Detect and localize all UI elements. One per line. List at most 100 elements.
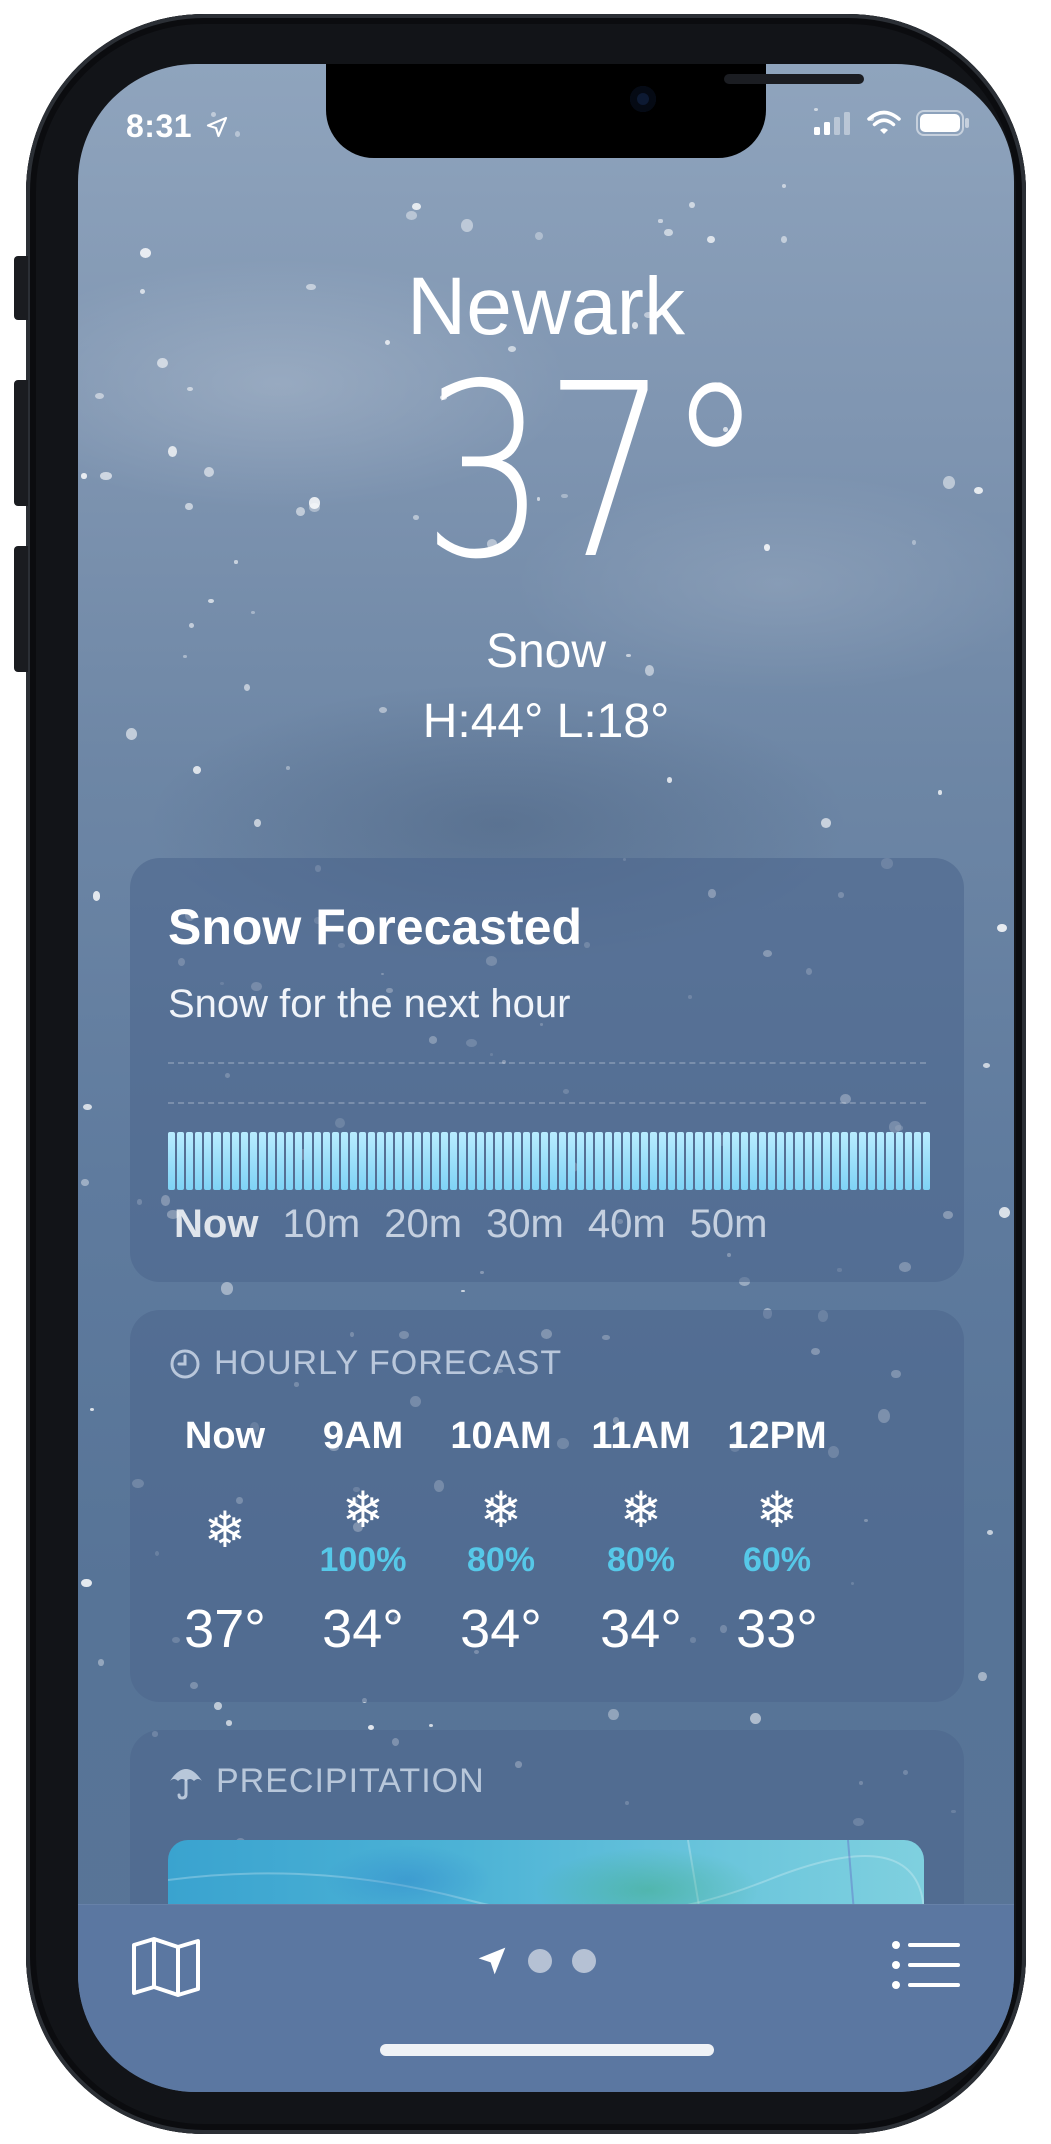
precipitation-tick <box>840 1132 849 1190</box>
snowflake-particle <box>998 1207 1010 1219</box>
precipitation-tick <box>268 1132 276 1190</box>
hourly-item[interactable]: 10AM ❄ 80% 34° <box>426 1406 576 1660</box>
snowflake-particle <box>667 777 673 783</box>
precipitation-tick <box>668 1132 676 1190</box>
precipitation-tick <box>922 1132 930 1190</box>
precipitation-tick <box>586 1132 594 1190</box>
front-camera <box>630 86 656 112</box>
precipitation-tick <box>795 1132 803 1190</box>
precipitation-chance: 60% <box>742 1541 812 1579</box>
snowflake-particle <box>608 1708 619 1720</box>
precipitation-tick <box>186 1132 194 1190</box>
snowflake-particle <box>214 1701 222 1710</box>
precipitation-tick <box>277 1132 285 1190</box>
list-icon <box>892 1941 960 1989</box>
precipitation-tick <box>549 1132 558 1190</box>
precipitation-tick <box>459 1132 467 1190</box>
hour-temperature: 34° <box>600 1599 682 1659</box>
precipitation-tick <box>468 1132 476 1190</box>
precipitation-tick <box>540 1132 548 1190</box>
precipitation-tick <box>477 1132 485 1190</box>
snowflake-particle <box>405 211 418 220</box>
precipitation-tick <box>640 1132 648 1190</box>
chart-gridline <box>168 1062 926 1064</box>
volume-down-button <box>14 546 28 672</box>
time-axis-label: 40m <box>587 1202 666 1246</box>
snowflake-particle <box>429 1724 434 1728</box>
snowflake-particle <box>986 1530 994 1536</box>
hourly-item[interactable]: 9AM ❄ 100% 34° <box>288 1406 438 1660</box>
hourly-forecast-scroller[interactable]: Now ❄ 37° 9AM ❄ 100% 34° 10AM ❄ 80% 34° 11AM ❄ 80% 34°… <box>130 1406 964 1696</box>
precipitation-tick <box>904 1132 912 1190</box>
snowflake-particle <box>982 1062 990 1068</box>
city-list-button[interactable] <box>890 1937 962 1998</box>
snowflake-particle <box>243 683 251 691</box>
snowflake-particle <box>140 248 152 259</box>
time-axis-label: 20m <box>384 1202 463 1246</box>
snowflake-particle <box>997 924 1007 933</box>
precipitation-tick <box>613 1132 621 1190</box>
snowflake-particle <box>782 184 787 188</box>
precipitation-tick <box>322 1132 330 1190</box>
page-dot[interactable] <box>528 1949 552 1973</box>
snowflake-particle <box>99 472 112 481</box>
hourly-item[interactable]: Now ❄ 37° <box>150 1406 300 1660</box>
status-icons <box>812 110 970 136</box>
precipitation-tick <box>195 1132 203 1190</box>
precipitation-tick <box>759 1132 767 1190</box>
snowflake-icon: ❄ <box>204 1502 246 1558</box>
notch <box>326 64 864 158</box>
speaker-grill <box>724 74 864 84</box>
snowflake-particle <box>251 611 256 614</box>
precipitation-tick <box>777 1132 785 1190</box>
precipitation-tick <box>695 1132 703 1190</box>
snowflake-particle <box>92 891 101 901</box>
precipitation-tick <box>386 1132 394 1190</box>
next-hour-precipitation-card[interactable]: Snow Forecasted Snow for the next hour N… <box>130 858 964 1282</box>
precipitation-label: PRECIPITATION <box>216 1762 485 1800</box>
chart-gridline <box>168 1102 926 1104</box>
precipitation-tick <box>431 1132 439 1190</box>
volume-up-button <box>14 380 28 506</box>
precipitation-tick <box>686 1132 694 1190</box>
cellular-signal-icon <box>814 112 850 135</box>
page-indicator[interactable] <box>476 1945 596 1977</box>
hourly-item[interactable]: 12PM ❄ 60% 33° <box>702 1406 852 1660</box>
precipitation-tick <box>622 1132 630 1190</box>
hourly-item[interactable]: 11AM ❄ 80% 34° <box>566 1406 716 1660</box>
snowflake-particle <box>94 392 104 400</box>
hour-label: 10AM <box>450 1415 552 1457</box>
precipitation-tick <box>522 1132 530 1190</box>
precipitation-tick <box>504 1132 512 1190</box>
precipitation-tick <box>413 1132 421 1190</box>
page-dot[interactable] <box>572 1949 596 1973</box>
home-indicator[interactable] <box>380 2044 714 2056</box>
snowflake-icon: ❄ <box>480 1482 522 1538</box>
map-button[interactable] <box>130 1935 202 2004</box>
status-time: 8:31 <box>126 108 229 145</box>
precipitation-tick <box>177 1132 185 1190</box>
clock-icon <box>170 1349 200 1378</box>
precipitation-tick <box>804 1132 812 1190</box>
snowflake-particle <box>534 231 544 241</box>
snowflake-particle <box>820 817 832 828</box>
snowflake-particle <box>978 1672 987 1682</box>
precipitation-tick <box>404 1132 412 1190</box>
precipitation-tick <box>231 1132 239 1190</box>
precipitation-chance: 80% <box>466 1541 536 1579</box>
time-axis-label: Now <box>174 1202 259 1246</box>
precipitation-tick <box>850 1132 858 1190</box>
precipitation-tick <box>168 1132 176 1190</box>
precipitation-tick <box>449 1132 457 1190</box>
precipitation-tick <box>659 1132 667 1190</box>
precipitation-tick <box>649 1132 658 1190</box>
precipitation-tick <box>395 1132 403 1190</box>
hourly-forecast-card[interactable]: HOURLY FORECAST Now ❄ 37° 9AM ❄ 100% 34° 10AM ❄ 8… <box>130 1310 964 1702</box>
precipitation-tick <box>813 1132 821 1190</box>
precipitation-tick <box>859 1132 867 1190</box>
location-arrow-icon <box>207 116 228 138</box>
hourly-forecast-header: HOURLY FORECAST <box>168 1344 562 1383</box>
precipitation-tick <box>213 1132 221 1190</box>
next-hour-title: Snow Forecasted <box>168 899 582 955</box>
bottom-toolbar <box>78 1904 1014 2092</box>
